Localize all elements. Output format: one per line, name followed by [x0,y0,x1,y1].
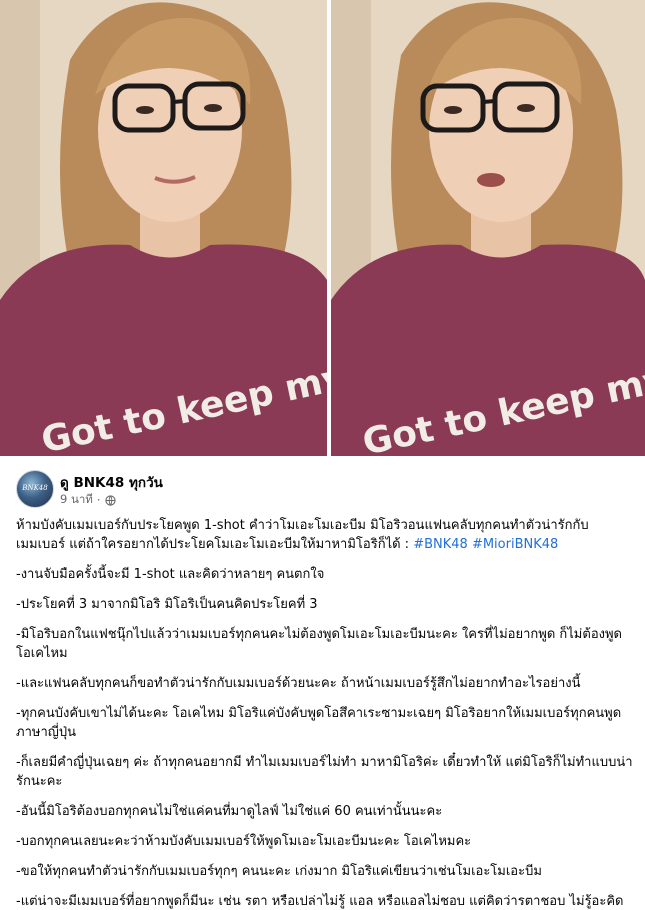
post-line: -ทุกคนบังคับเขาไม่ได้นะคะ โอเคไหม มิโอริ… [16,706,622,740]
avatar[interactable]: BNK48 [16,470,54,508]
post-author[interactable]: ดู BNK48 ทุกวัน [60,471,163,493]
post: BNK48 ดู BNK48 ทุกวัน 9 นาที · ห้ามบังคั… [0,456,645,910]
post-line: -แต่น่าจะมีเมมเบอร์ที่อยากพูดก็มีนะ เช่น… [16,894,624,909]
post-line: -ก็เลยมีคำญี่ปุ่นเฉยๆ ค่ะ ถ้าทุกคนอยากมี… [16,755,633,789]
photo-left[interactable]: Got to keep my coo [0,0,327,456]
photo-right[interactable]: Got to keep my coo [331,0,645,456]
meta-separator: · [96,493,101,507]
person-illustration: Got to keep my coo [331,0,645,456]
post-line: -อันนี้มิโอริต้องบอกทุกคนไม่ใช่แค่คนที่ม… [16,804,443,819]
hashtag-mioribnk48[interactable]: #MioriBNK48 [472,537,558,552]
hashtag-bnk48[interactable]: #BNK48 [413,537,468,552]
post-body: ห้ามบังคับเมมเบอร์กับประโยคพูด 1-shot คำ… [16,516,636,910]
post-line: -มิโอริบอกในแฟชนุ๊กไปแล้วว่าเมมเบอร์ทุกค… [16,627,622,661]
person-illustration: Got to keep my coo [0,0,327,456]
avatar-text: BNK48 [22,484,48,492]
post-line: -และแฟนคลับทุกคนก็ขอทำตัวน่ารักกับเมมเบอ… [16,676,581,691]
post-time[interactable]: 9 นาที [60,491,93,509]
globe-icon[interactable] [104,494,116,506]
post-line: -ประโยคที่ 3 มาจากมิโอริ มิโอริเป็นคนคิด… [16,597,318,612]
post-line: -บอกทุกคนเลยนะคะว่าห้ามบังคับเมมเบอร์ให้… [16,834,472,849]
post-line: -ขอให้ทุกคนทำตัวน่ารักกับเมมเบอร์ทุกๆ คน… [16,864,542,879]
post-intro: ห้ามบังคับเมมเบอร์กับประโยคพูด 1-shot คำ… [16,516,636,554]
post-meta: 9 นาที · [60,491,116,509]
photo-grid[interactable]: Got to keep my coo Got to keep my coo [0,0,645,456]
post-line: -งานจับมือครั้งนี้จะมี 1-shot และคิดว่าห… [16,567,325,582]
screenshot: Got to keep my coo Got to keep my coo [0,0,645,910]
